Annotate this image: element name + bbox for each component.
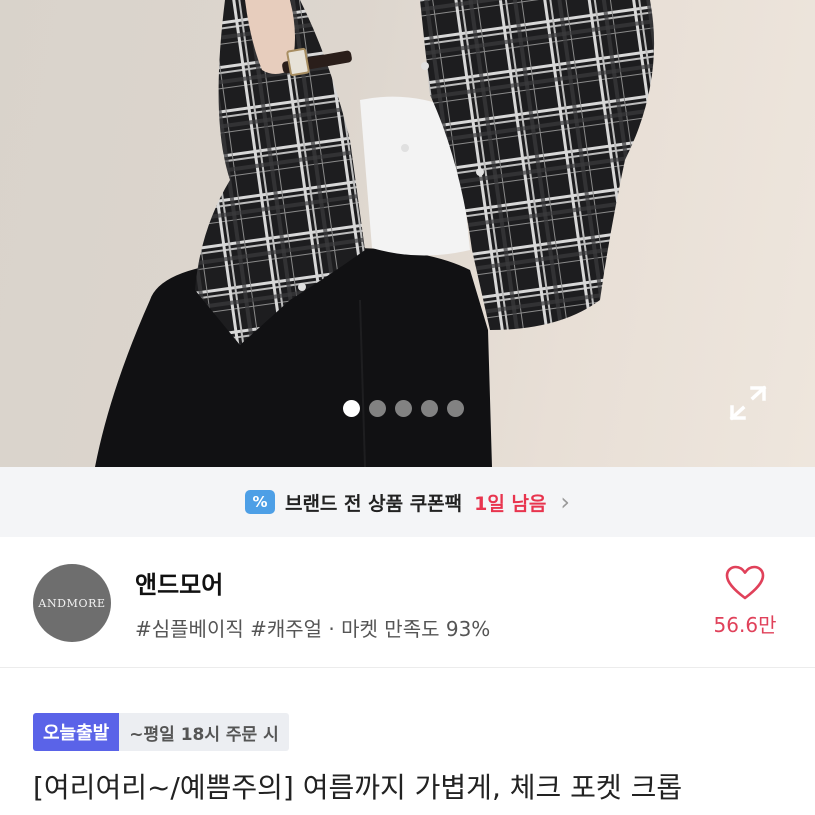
carousel-dot-1[interactable] [343,399,360,417]
carousel-dot-5[interactable] [447,399,464,417]
delivery-info: 오늘출발 ~평일 18시 주문 시 [33,713,289,751]
coupon-label: 브랜드 전 상품 쿠폰팩 [284,492,463,515]
carousel-dot-3[interactable] [395,399,412,417]
heart-icon [725,565,765,600]
store-name[interactable]: 앤드모어 [135,565,223,600]
product-title: [여리여리~/예쁨주의] 여름까지 가볍게, 체크 포켓 크롭 [33,771,683,804]
carousel-dot-2[interactable] [369,399,386,417]
store-tags: #심플베이직 #캐주얼 · 마켓 만족도 93% [135,617,491,641]
product-photo [95,0,655,467]
coupon-banner[interactable]: % 브랜드 전 상품 쿠폰팩 1일 남음 › [0,467,815,537]
carousel-indicator [343,399,464,417]
section-divider [0,667,815,668]
shipping-cutoff-note: ~평일 18시 주문 시 [119,713,289,751]
same-day-shipping-badge: 오늘출발 [33,713,120,751]
chevron-right-icon: › [560,488,571,516]
coupon-remaining-time: 1일 남음 [474,492,547,515]
expand-icon[interactable] [728,384,768,422]
product-image-carousel[interactable] [0,0,815,467]
like-button[interactable]: 56.6만 [700,565,790,638]
store-info: ANDMORE 앤드모어 #심플베이직 #캐주얼 · 마켓 만족도 93% 56… [0,537,815,667]
store-logo[interactable]: ANDMORE [33,564,111,642]
carousel-dot-4[interactable] [421,399,438,417]
coupon-percent-icon: % [244,490,275,514]
like-count: 56.6만 [713,613,777,637]
